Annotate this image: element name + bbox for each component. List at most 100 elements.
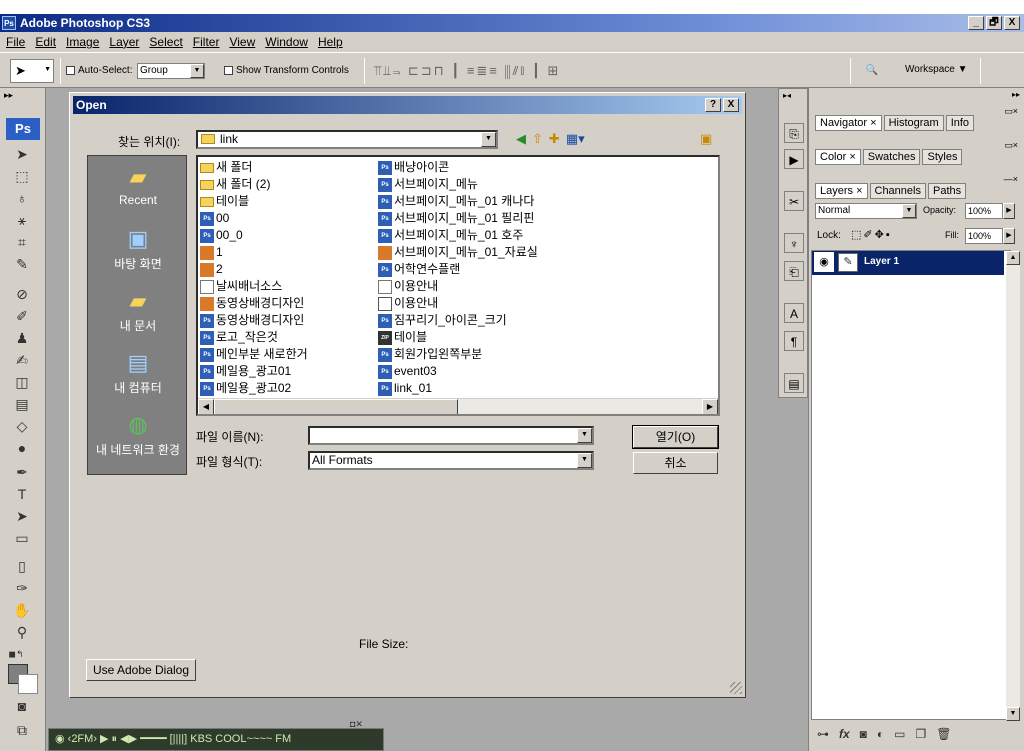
auto-select-dropdown[interactable]: Group ▼ [137, 63, 205, 79]
character-panel-icon[interactable]: A [784, 303, 804, 323]
dodge-tool-icon[interactable]: ● [12, 438, 32, 458]
eraser-tool-icon[interactable]: ◫ [12, 372, 32, 392]
shape-tool-icon[interactable]: ▭ [12, 528, 32, 548]
file-item[interactable]: 서브페이지_메뉴_01_자료실 [378, 244, 538, 261]
place-my-documents[interactable]: ▰ 내 문서 [88, 288, 188, 334]
filename-input[interactable]: ▼ [308, 426, 594, 445]
file-item[interactable]: 1 [200, 244, 308, 261]
lasso-tool-icon[interactable]: ♁ [12, 188, 32, 208]
lock-icons[interactable]: ⬚✐✥▪ [851, 228, 892, 241]
workspace-menu[interactable]: Workspace ▼ [905, 64, 968, 75]
scroll-left-button[interactable]: ◀ [198, 399, 214, 414]
file-item[interactable]: Ps 서브페이지_메뉴_01 호주 [378, 227, 538, 244]
visibility-eye-icon[interactable]: ◉ [814, 252, 834, 272]
dialog-close-button[interactable]: X [723, 98, 739, 112]
slice-tool-icon[interactable]: ✎ [12, 254, 32, 274]
file-item[interactable]: Ps 메일용_광고01 [200, 363, 308, 380]
file-item[interactable]: 2 [200, 261, 308, 278]
file-item[interactable]: Ps 메일용_광고02 [200, 380, 308, 397]
horizontal-scrollbar[interactable]: ◀ ▶ [198, 398, 718, 414]
file-item[interactable]: Ps link_01 [378, 380, 538, 397]
brushes-panel-icon[interactable]: ♆ [784, 233, 804, 253]
file-item[interactable]: ZIP 테이블 [378, 329, 538, 346]
gradient-tool-icon[interactable]: ▤ [12, 394, 32, 414]
place-my-computer[interactable]: ▤ 내 컴퓨터 [88, 350, 188, 396]
file-item[interactable]: Ps 00 [200, 210, 308, 227]
eyedropper-tool-icon[interactable]: ✑ [12, 578, 32, 598]
up-folder-icon[interactable]: ⇧ [532, 131, 543, 147]
menu-view[interactable]: View [229, 35, 255, 49]
tab-color[interactable]: Color × [815, 149, 861, 165]
quick-mask-icon[interactable]: ◙ [12, 696, 32, 716]
clone-stamp-tool-icon[interactable]: ♟ [12, 328, 32, 348]
file-item[interactable]: 이용안내 [378, 278, 538, 295]
cancel-button[interactable]: 취소 [633, 452, 718, 474]
file-item[interactable]: Ps event03 [378, 363, 538, 380]
align-distribute-icons[interactable]: ⫪⫫⫬ ⊏⊐⊓ ┃ ≡≣≡ ⫼⫽⫾ ┃ ⊞ [374, 63, 560, 79]
new-folder-icon[interactable]: ✚ [549, 131, 560, 147]
clone-source-icon[interactable]: ⎗ [784, 261, 804, 281]
file-item[interactable]: 새 폴더 [200, 159, 308, 176]
collapse-icon[interactable]: ▸▸ [4, 90, 13, 101]
scroll-thumb[interactable] [214, 399, 458, 414]
show-transform-checkbox[interactable] [224, 66, 233, 75]
new-layer-icon[interactable]: ❐ [916, 727, 927, 741]
file-item[interactable]: 날씨배너소스 [200, 278, 308, 295]
tab-styles[interactable]: Styles [922, 149, 963, 165]
background-color-swatch[interactable] [18, 674, 38, 694]
look-in-dropdown[interactable]: link ▼ [196, 130, 498, 149]
panel-menu-icon[interactable]: ▭× [1004, 140, 1018, 151]
file-item[interactable]: Ps 짐꾸리기_아이콘_크기 [378, 312, 538, 329]
history-brush-tool-icon[interactable]: ✍ [12, 350, 32, 370]
help-button[interactable]: ? [705, 98, 721, 112]
layer-comps-icon[interactable]: ▤ [784, 373, 804, 393]
opacity-input[interactable]: 100% [965, 203, 1003, 219]
layer-mask-icon[interactable]: ◙ [860, 727, 867, 741]
file-item[interactable]: 동영상배경디자인 [200, 295, 308, 312]
radio-player-bar[interactable]: ◉ ‹2FM› ▶ ⏸ ◀▶ ━━━━ [||||] KBS COOL~~~~ … [48, 728, 384, 751]
tab-channels[interactable]: Channels [869, 183, 926, 199]
path-selection-tool-icon[interactable]: ➤ [12, 506, 32, 526]
move-tool-icon[interactable]: ➤ [12, 144, 32, 164]
resize-grip[interactable] [730, 682, 742, 694]
history-panel-icon[interactable]: ⎘ [784, 123, 804, 143]
menu-filter[interactable]: Filter [193, 35, 220, 49]
type-tool-icon[interactable]: T [12, 484, 32, 504]
open-button[interactable]: 열기(O) [632, 425, 719, 449]
menu-edit[interactable]: Edit [35, 35, 56, 49]
file-item[interactable]: 이용안내 [378, 295, 538, 312]
file-item[interactable]: Ps 메인부분 새로한거 [200, 346, 308, 363]
filetype-dropdown[interactable]: All Formats ▼ [308, 451, 594, 470]
layer-style-icon[interactable]: fx [839, 727, 850, 741]
opacity-slider-button[interactable]: ▶ [1003, 203, 1015, 219]
adjustment-layer-icon[interactable]: ◐ [877, 727, 884, 741]
menu-layer[interactable]: Layer [109, 35, 139, 49]
pen-tool-icon[interactable]: ✒ [12, 462, 32, 482]
blur-tool-icon[interactable]: ◇ [12, 416, 32, 436]
tab-layers[interactable]: Layers × [815, 183, 868, 199]
menu-file[interactable]: File [6, 35, 25, 49]
auto-select-checkbox[interactable] [66, 66, 75, 75]
file-item[interactable]: Ps 로고_작은것 [200, 329, 308, 346]
place-recent[interactable]: ▰ Recent [88, 164, 188, 207]
file-item[interactable]: Ps 서브페이지_메뉴_01 필리핀 [378, 210, 538, 227]
file-item[interactable]: Ps 배냥아이콘 [378, 159, 538, 176]
zoom-tool-icon[interactable]: ⚲ [12, 622, 32, 642]
tool-presets-icon[interactable]: ✂ [784, 191, 804, 211]
blend-mode-dropdown[interactable]: Normal ▼ [815, 203, 917, 219]
fill-slider-button[interactable]: ▶ [1003, 228, 1015, 244]
tool-preset-picker[interactable]: ➤ ▼ [10, 59, 54, 83]
close-button[interactable]: X [1004, 16, 1020, 30]
screen-mode-icon[interactable]: ⧉ [12, 720, 32, 740]
collapse-icon[interactable]: ▸▸ [1012, 90, 1020, 99]
tab-info[interactable]: Info [945, 115, 975, 131]
scroll-right-button[interactable]: ▶ [702, 399, 718, 414]
file-item[interactable]: 새 폴더 (2) [200, 176, 308, 193]
panel-menu-icon[interactable]: —× [1004, 174, 1018, 184]
scroll-down-button[interactable]: ▼ [1006, 707, 1020, 721]
file-item[interactable]: Ps 회원가입왼쪽부분 [378, 346, 538, 363]
bridge-icon[interactable]: 🔍 [858, 61, 886, 81]
layers-scrollbar[interactable]: ▲ ▼ [1006, 251, 1020, 721]
file-item[interactable]: 테이블 [200, 193, 308, 210]
layer-row[interactable]: ◉ ✎ Layer 1 [812, 251, 1004, 275]
